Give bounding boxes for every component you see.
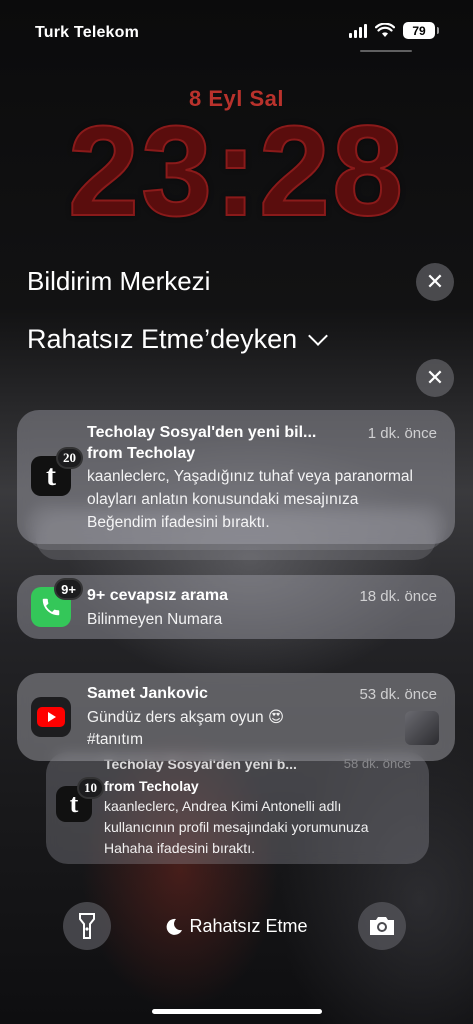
wifi-icon [375, 23, 395, 37]
notification-card-techolay[interactable]: t 20 Techolay Sosyal'den yeni bil... 1 d… [17, 410, 455, 544]
close-icon: ✕ [425, 269, 445, 294]
chevron-down-icon [308, 325, 329, 346]
home-indicator[interactable] [152, 1009, 322, 1014]
notification-time: 18 dk. önce [359, 588, 437, 605]
notification-body: Bilinmeyen Numara [87, 611, 223, 628]
notification-card-youtube[interactable]: Samet Jankovic 53 dk. önce Gündüz ders a… [17, 673, 455, 761]
cellular-signal-icon [349, 23, 367, 38]
carrier-label: Turk Telekom [35, 24, 140, 41]
techolay-icon: t 20 [31, 447, 83, 496]
close-icon: ✕ [425, 365, 445, 390]
video-thumbnail [405, 711, 439, 745]
notification-body: kaanleclerc, Andrea Kimi Antonelli adlı … [104, 798, 369, 856]
notification-title: Techolay Sosyal'den yeni bil... [87, 424, 317, 441]
focus-section-label: Rahatsız Etme’deyken [27, 324, 298, 354]
lock-clock: 23:28 [67, 100, 406, 243]
focus-clear-close-button[interactable]: ✕ [416, 359, 454, 397]
notification-count-badge: 10 [77, 777, 104, 799]
notification-time: 53 dk. önce [359, 686, 437, 703]
phone-icon: 9+ [31, 578, 83, 627]
clear-all-close-button[interactable]: ✕ [416, 263, 454, 301]
techolay-icon: t 10 [56, 777, 104, 822]
notification-subtitle: from Techolay [87, 445, 196, 462]
status-indicator-bar [360, 50, 412, 52]
camera-icon [370, 917, 394, 935]
notification-subtitle: from Techolay [104, 778, 199, 794]
notification-card-missed-calls[interactable]: 9+ 9+ cevapsız arama 18 dk. önce Bilinme… [17, 575, 455, 639]
notification-body: kaanleclerc, Yaşadığınız tuhaf veya para… [87, 468, 413, 531]
notification-body-hashtag: #tanıtım [87, 731, 143, 748]
notification-card-techolay-2[interactable]: t 10 Techolay Sosyal'den yeni b... 58 dk… [46, 752, 429, 864]
youtube-icon [31, 697, 71, 737]
status-bar: Turk Telekom 79 [0, 22, 473, 46]
notification-time: 1 dk. önce [367, 425, 437, 442]
camera-button[interactable] [358, 902, 406, 950]
notification-title: 9+ cevapsız arama [87, 587, 228, 604]
notification-center-title: Bildirim Merkezi [27, 266, 211, 296]
battery-indicator: 79 [403, 22, 439, 39]
notification-title: Samet Jankovic [87, 685, 208, 702]
dnd-label: Rahatsız Etme [189, 916, 308, 936]
notification-count-badge: 20 [56, 447, 83, 469]
notification-count-badge: 9+ [54, 578, 83, 600]
notification-body: Gündüz ders akşam oyun 😍 [87, 709, 285, 726]
focus-section-header[interactable]: Rahatsız Etme’deyken [27, 324, 329, 355]
moon-icon [167, 918, 183, 935]
